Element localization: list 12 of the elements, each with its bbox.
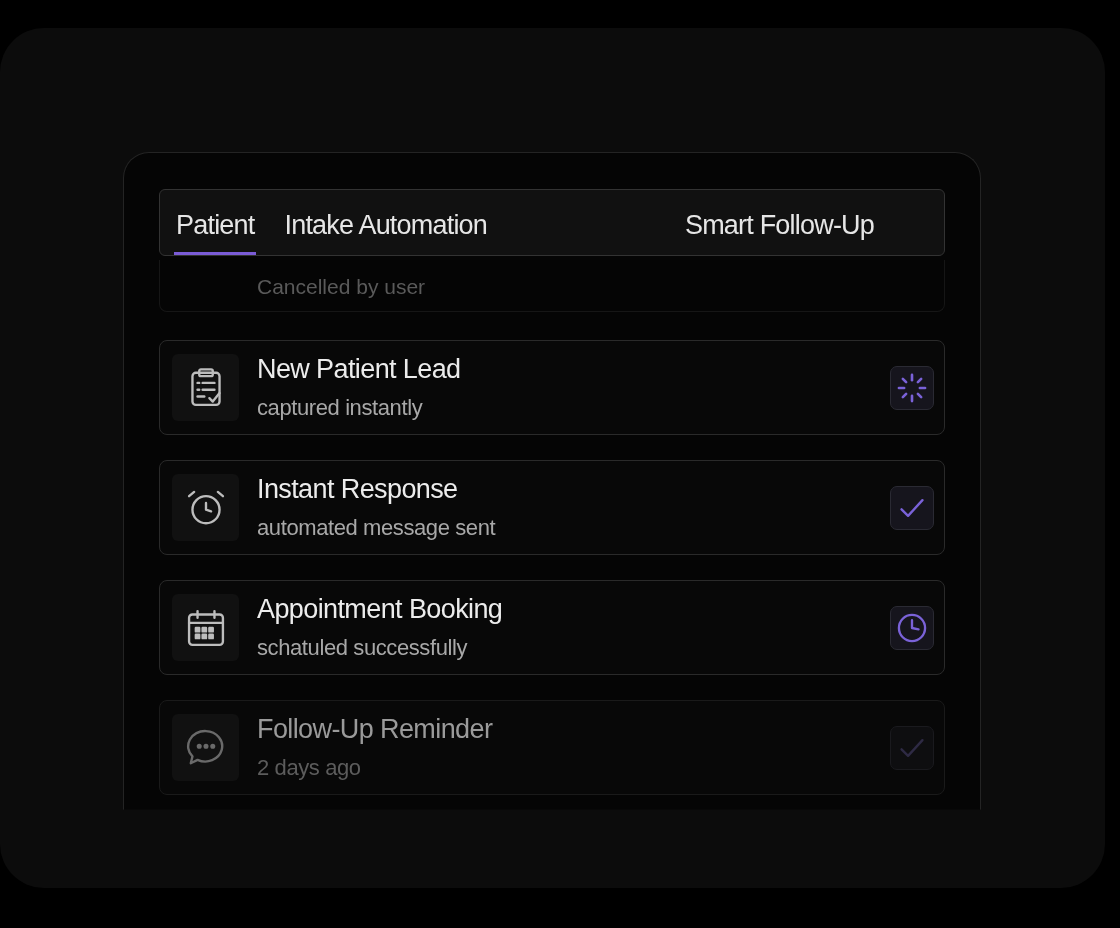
tab[interactable]: Intake Automation [282,196,489,255]
row-title: Follow-Up Reminder [257,714,493,745]
row-subtitle: Cancelled by user [257,275,427,299]
row-subtitle: schatuled successfully [257,635,468,661]
row-title: Appointment Booking [257,594,503,625]
row-subtitle: captured instantly [257,395,423,421]
row-title: New Patient Lead [257,354,461,385]
tab[interactable]: Patient [174,196,257,255]
tab[interactable]: Smart Follow-Up [682,196,876,255]
row-subtitle: 2 days ago [257,755,361,781]
row-title: Instant Response [257,474,458,505]
row-subtitle: automated message sent [257,515,496,541]
